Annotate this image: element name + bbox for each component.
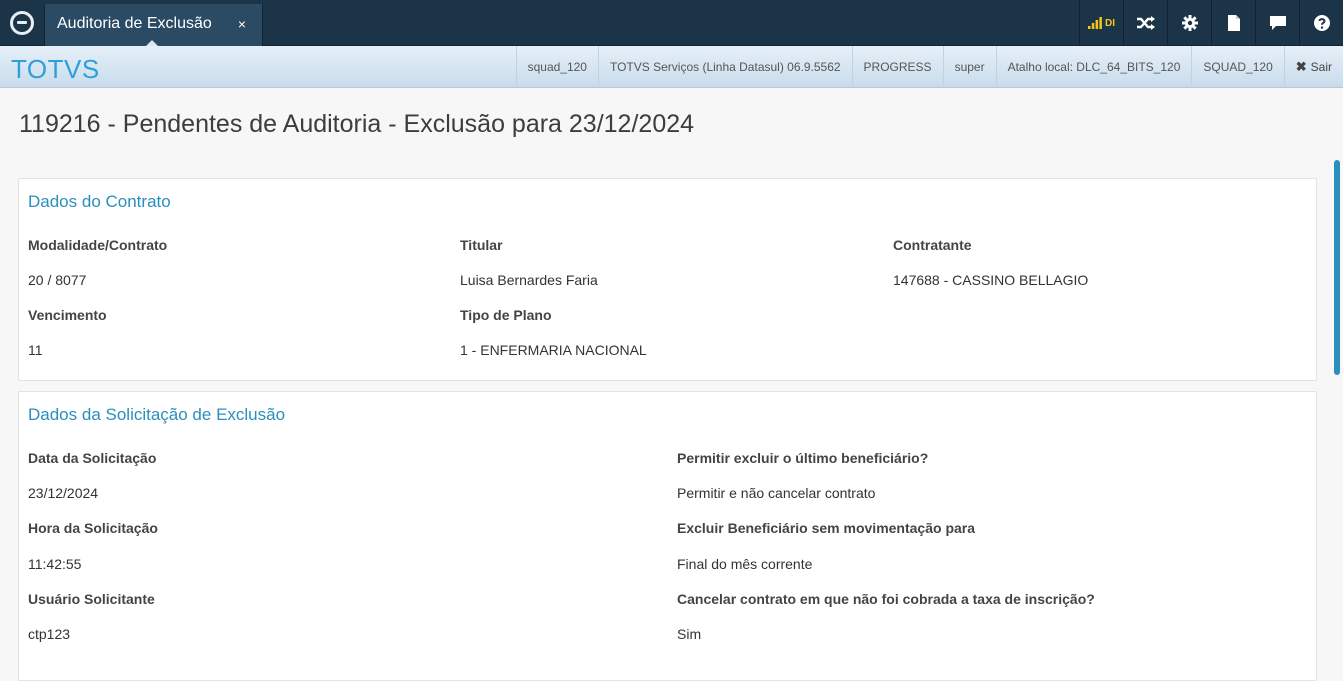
top-bar: Auditoria de Exclusão × DI (0, 0, 1343, 47)
plano-label: Tipo de Plano (460, 307, 552, 323)
brand-logo: TOTVS (11, 54, 100, 84)
info-bar: TOTVS squad_120 TOTVS Serviços (Linha Da… (0, 46, 1343, 88)
help-button[interactable] (1299, 0, 1343, 46)
tab-label: Auditoria de Exclusão (57, 15, 212, 32)
modalidade-value: 20 / 8077 (28, 272, 87, 288)
page-title: 119216 - Pendentes de Auditoria - Exclus… (19, 110, 695, 138)
permitir-excluir-label: Permitir excluir o último beneficiário? (677, 450, 929, 466)
tab-auditoria-exclusao[interactable]: Auditoria de Exclusão × (44, 4, 263, 47)
totvs-logo-button[interactable] (0, 0, 44, 46)
modalidade-label: Modalidade/Contrato (28, 237, 168, 253)
document-icon (1227, 15, 1240, 31)
shortcut-info: Atalho local: DLC_64_BITS_120 (995, 46, 1192, 88)
excluir-beneficiario-value: Final do mês corrente (677, 556, 813, 572)
cancelar-contrato-value: Sim (677, 626, 702, 642)
session-info: squad_120 TOTVS Serviços (Linha Datasul)… (515, 46, 1343, 88)
contract-panel: Dados do Contrato Modalidade/Contrato 20… (18, 178, 1317, 381)
help-icon (1313, 15, 1330, 31)
environment-info: SQUAD_120 (1191, 46, 1283, 88)
contratante-value: 147688 - CASSINO BELLAGIO (893, 272, 1089, 288)
signal-button[interactable]: DI (1079, 0, 1123, 46)
shuffle-button[interactable] (1123, 0, 1167, 46)
document-button[interactable] (1211, 0, 1255, 46)
chat-button[interactable] (1255, 0, 1299, 46)
usuario-solicitante-value: ctp123 (28, 626, 71, 642)
titular-value: Luisa Bernardes Faria (460, 272, 598, 288)
contract-section-title: Dados do Contrato (28, 192, 171, 211)
hora-solicitacao-value: 11:42:55 (28, 556, 82, 572)
user-info: super (942, 46, 996, 88)
hora-solicitacao-label: Hora da Solicitação (28, 520, 158, 536)
product-info: TOTVS Serviços (Linha Datasul) 06.9.5562 (597, 46, 852, 88)
tab-close-icon[interactable]: × (238, 16, 246, 32)
contratante-label: Contratante (893, 237, 972, 253)
permitir-excluir-value: Permitir e não cancelar contrato (677, 485, 876, 501)
usuario-solicitante-label: Usuário Solicitante (28, 591, 155, 607)
totvs-logo-icon (10, 11, 34, 35)
top-icon-toolbar: DI (1079, 0, 1343, 46)
titular-label: Titular (460, 237, 503, 253)
vencimento-value: 11 (28, 342, 43, 358)
plano-value: 1 - ENFERMARIA NACIONAL (460, 342, 647, 358)
vertical-scrollbar[interactable] (1334, 160, 1340, 375)
settings-button[interactable] (1167, 0, 1211, 46)
alias-info: squad_120 (515, 46, 598, 88)
signal-label: DI (1105, 17, 1115, 29)
chat-icon (1269, 15, 1286, 30)
shuffle-icon (1136, 16, 1155, 30)
cancelar-contrato-label: Cancelar contrato em que não foi cobrada… (677, 591, 1095, 607)
data-solicitacao-label: Data da Solicitação (28, 450, 157, 466)
data-solicitacao-value: 23/12/2024 (28, 485, 99, 501)
close-icon: ✖ (1295, 59, 1307, 74)
excluir-beneficiario-label: Excluir Beneficiário sem movimentação pa… (677, 520, 976, 536)
request-section-title: Dados da Solicitação de Exclusão (28, 405, 286, 424)
database-info: PROGRESS (851, 46, 943, 88)
exit-button[interactable]: ✖ Sair (1283, 46, 1343, 88)
signal-icon (1088, 17, 1102, 29)
vencimento-label: Vencimento (28, 307, 107, 323)
gear-icon (1181, 15, 1198, 31)
request-panel: Dados da Solicitação de Exclusão Data da… (18, 391, 1317, 681)
exit-label: Sair (1310, 60, 1332, 74)
